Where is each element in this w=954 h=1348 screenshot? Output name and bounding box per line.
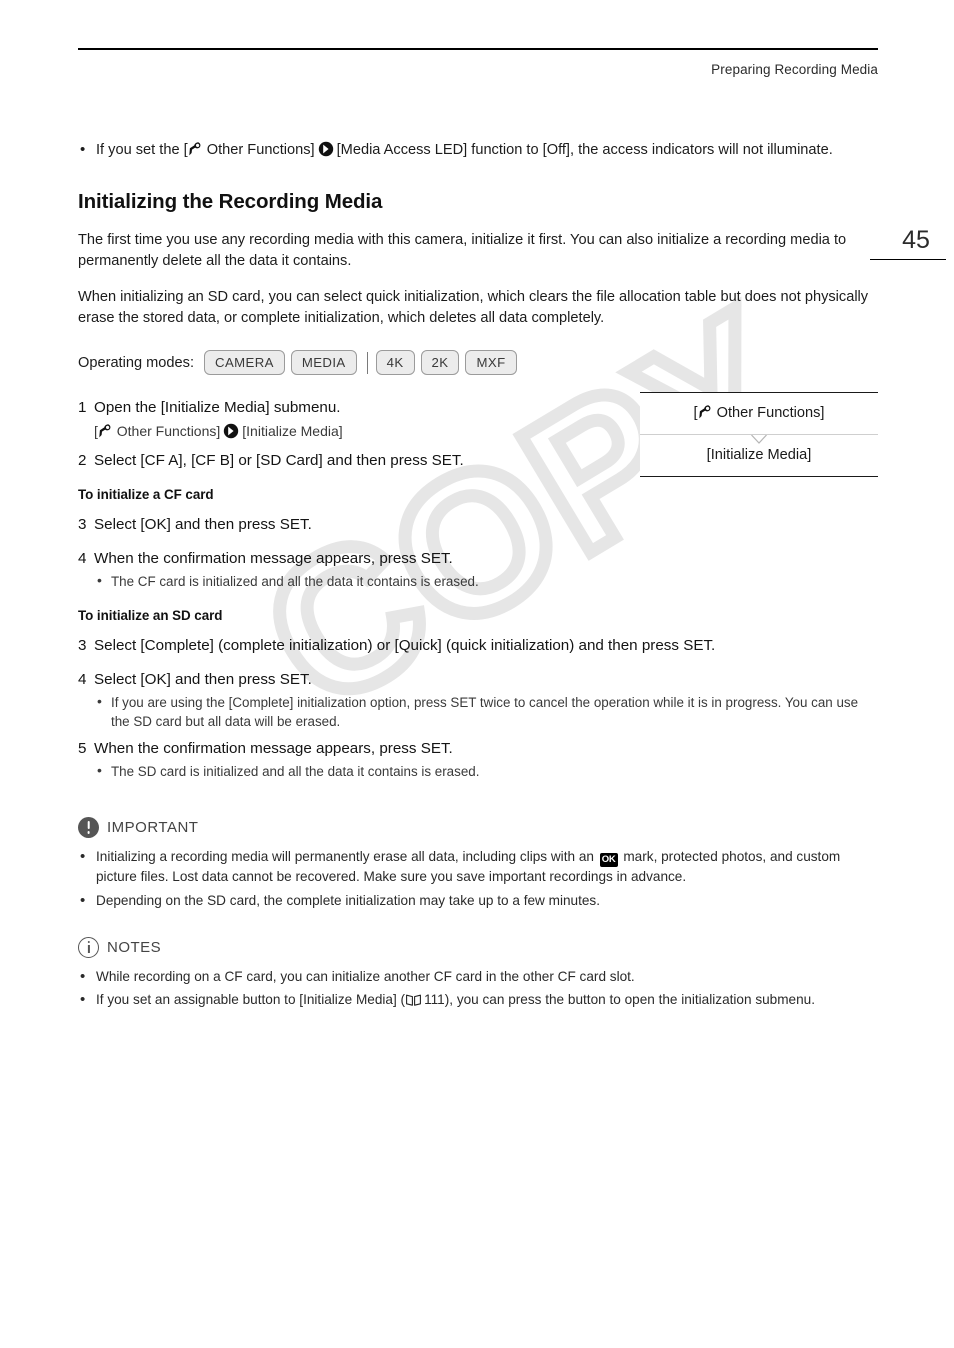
step-bullet-list: If you are using the [Complete] initiali… xyxy=(94,692,878,732)
notes-text-prefix: If you set an assignable button to [Init… xyxy=(96,992,406,1008)
step-number: 3 xyxy=(78,636,87,654)
notes-page-ref: 111 xyxy=(424,992,445,1008)
list-item: Initializing a recording media will perm… xyxy=(78,847,878,887)
arrow-right-circle-icon xyxy=(318,141,334,157)
mode-badge-divider xyxy=(366,351,368,374)
section-paragraph-1: The first time you use any recording med… xyxy=(78,232,847,269)
step-number: 1 xyxy=(78,399,87,416)
important-bullet-list: Initializing a recording media will perm… xyxy=(78,847,878,911)
mode-badge-2k: 2K xyxy=(420,350,460,375)
page-number: 45 xyxy=(902,226,930,254)
step-text: When the confirmation message appears, p… xyxy=(94,739,453,757)
step-2: 2 Select [CF A], [CF B] or [SD Card] and… xyxy=(78,450,878,471)
wrench-icon xyxy=(188,142,202,156)
step-body: When the confirmation message appears, p… xyxy=(94,738,878,782)
step-body: Select [OK] and then press SET. If you a… xyxy=(94,669,878,732)
intro-bullet-list: If you set the [ Other Functions] [Media … xyxy=(78,140,878,160)
step-1: 1 Open the [Initialize Media] submenu. [… xyxy=(78,397,878,442)
notes-text-rest: ), you can press the button to open the … xyxy=(444,992,816,1008)
notes-label: NOTES xyxy=(107,938,162,956)
important-notice: IMPORTANT Initializing a recording media… xyxy=(78,817,878,911)
notes-header: NOTES xyxy=(78,936,878,958)
step-bullet-list: The CF card is initialized and all the d… xyxy=(94,571,878,592)
page-number-rule xyxy=(870,259,946,260)
important-icon xyxy=(78,817,99,838)
intro-text-menu: Other Functions] xyxy=(206,142,315,158)
list-item: If you set the [ Other Functions] [Media … xyxy=(78,140,878,160)
arrow-right-circle-icon xyxy=(223,423,239,439)
book-icon xyxy=(406,994,422,1007)
step-text: Select [CF A], [CF B] or [SD Card] and t… xyxy=(94,452,464,469)
wrench-icon xyxy=(99,424,112,438)
list-item: The CF card is initialized and all the d… xyxy=(94,571,878,592)
notes-notice: NOTES While recording on a CF card, you … xyxy=(78,936,878,1011)
page-title: Initializing the Recording Media xyxy=(78,190,383,213)
intro-text-rest: [Media Access LED] function to [Off], th… xyxy=(336,142,833,158)
step-text: Select [OK] and then press SET. xyxy=(94,670,312,688)
cf-step-3: 3 Select [OK] and then press SET. xyxy=(78,514,878,535)
step-body: Open the [Initialize Media] submenu. [ O… xyxy=(94,397,878,442)
important-label: IMPORTANT xyxy=(107,819,199,836)
submenu-prefix: [ xyxy=(94,423,98,439)
section-paragraph-2: When initializing an SD card, you can se… xyxy=(78,289,869,326)
step-text: Select [Complete] (complete initializati… xyxy=(94,636,716,654)
list-item: If you are using the [Complete] initiali… xyxy=(94,692,878,732)
step-text: Select [OK] and then press SET. xyxy=(94,516,312,533)
step-text: Open the [Initialize Media] submenu. xyxy=(94,399,341,416)
step-text: When the confirmation message appears, p… xyxy=(94,550,453,567)
step-submenu-path: [ Other Functions] [Initialize Media] xyxy=(94,421,878,442)
operating-modes-label: Operating modes: xyxy=(78,354,195,371)
list-item: If you set an assignable button to [Init… xyxy=(78,990,878,1010)
info-icon xyxy=(78,936,99,958)
running-header: Preparing Recording Media xyxy=(711,62,878,77)
ok-mark-icon: OK xyxy=(599,853,618,867)
step-number: 2 xyxy=(78,452,87,469)
step-number: 3 xyxy=(78,516,87,533)
list-item: Depending on the SD card, the complete i… xyxy=(78,891,878,911)
mode-badge-media: MEDIA xyxy=(290,350,357,375)
page-number-block: 45 xyxy=(870,226,954,260)
sd-step-3: 3 Select [Complete] (complete initializa… xyxy=(78,635,878,656)
list-item: The SD card is initialized and all the d… xyxy=(94,761,878,782)
list-item: While recording on a CF card, you can in… xyxy=(78,967,878,987)
mode-badge-mxf: MXF xyxy=(465,350,517,375)
submenu-label-2: [Initialize Media] xyxy=(242,423,343,439)
subhead-sd-card: To initialize an SD card xyxy=(78,607,223,623)
header-rule xyxy=(78,48,878,50)
step-number: 4 xyxy=(78,550,87,567)
step-bullet-list: The SD card is initialized and all the d… xyxy=(94,761,878,782)
sd-step-4: 4 Select [OK] and then press SET. If you… xyxy=(78,669,878,732)
mode-badge-camera: CAMERA xyxy=(204,350,285,375)
submenu-label-1: Other Functions] xyxy=(116,423,221,439)
important-header: IMPORTANT xyxy=(78,817,878,838)
sd-step-5: 5 When the confirmation message appears,… xyxy=(78,738,878,782)
step-number: 4 xyxy=(78,670,87,688)
subhead-cf-card: To initialize a CF card xyxy=(78,487,214,502)
notes-bullet-list: While recording on a CF card, you can in… xyxy=(78,967,878,1011)
intro-text-prefix: If you set the [ xyxy=(96,142,188,158)
page-content: If you set the [ Other Functions] [Media … xyxy=(78,140,878,1014)
important-text-prefix: Initializing a recording media will perm… xyxy=(96,849,594,864)
mode-badge-4k: 4K xyxy=(375,350,415,375)
step-body: When the confirmation message appears, p… xyxy=(94,548,878,592)
step-number: 5 xyxy=(78,739,87,757)
operating-modes-row: Operating modes: CAMERA MEDIA 4K 2K MXF xyxy=(78,350,878,375)
cf-step-4: 4 When the confirmation message appears,… xyxy=(78,548,878,592)
